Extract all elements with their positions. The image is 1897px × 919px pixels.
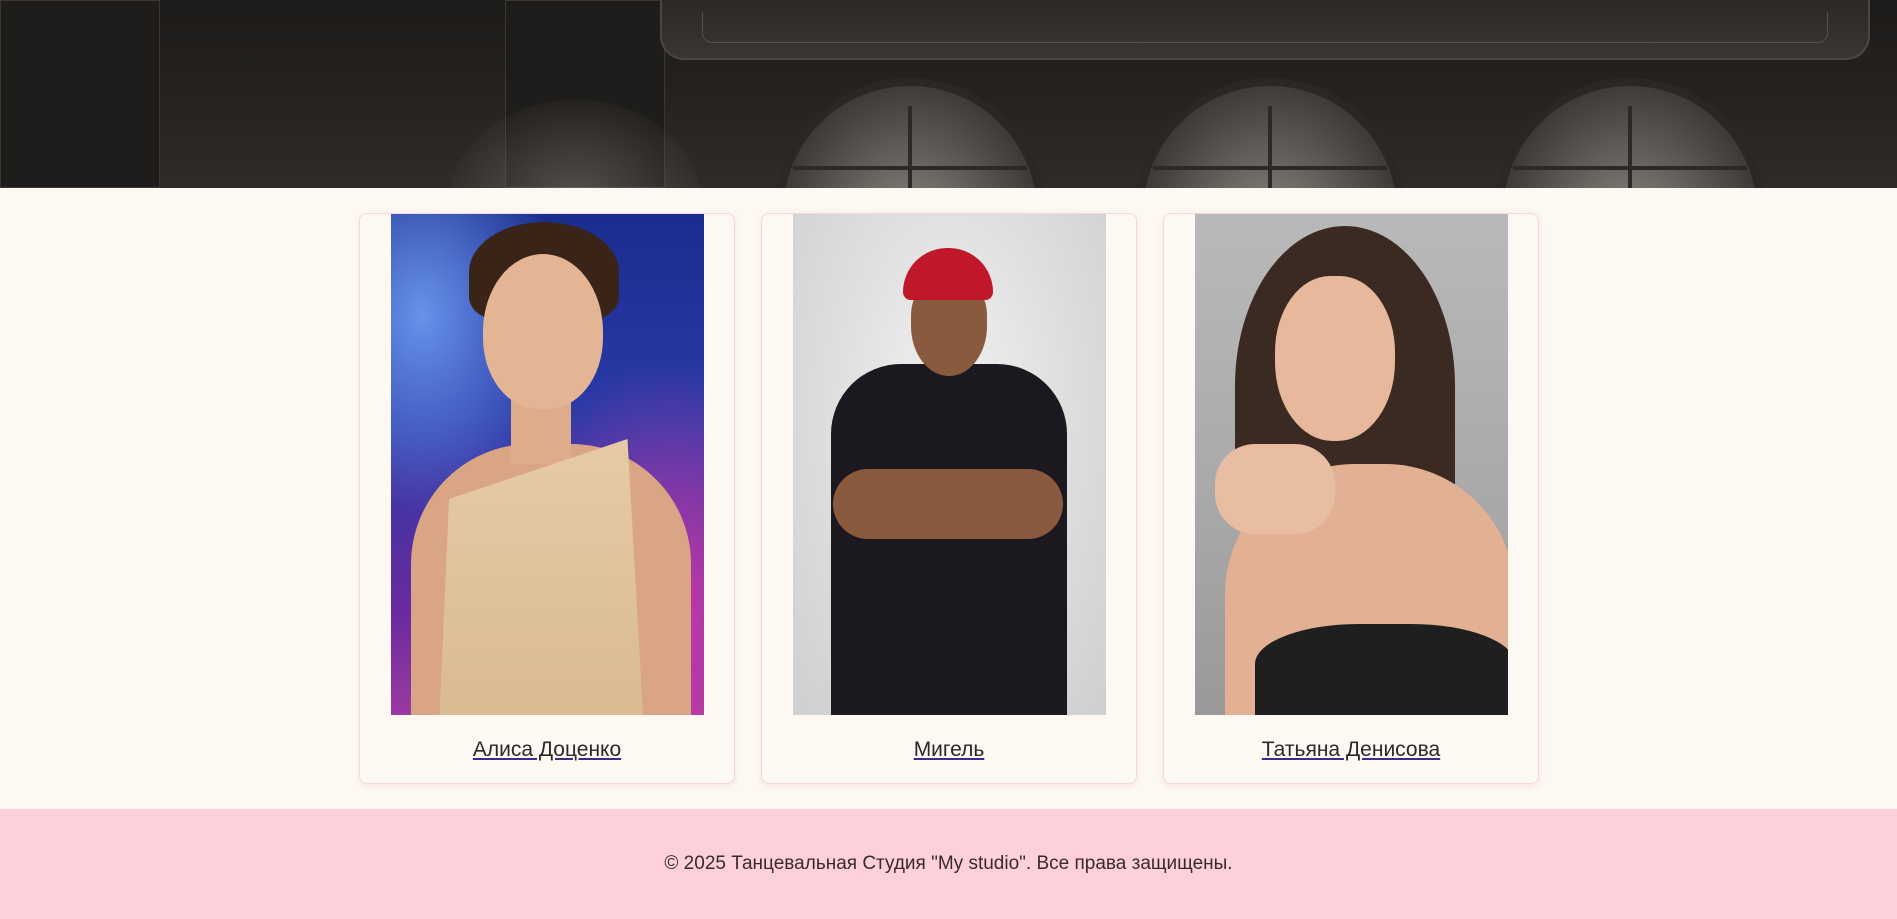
hero-banner [0, 0, 1897, 188]
instructor-photo [792, 214, 1106, 715]
instructor-photo [390, 214, 704, 715]
instructor-name-link[interactable]: Мигель [914, 738, 985, 762]
page-footer: © 2025 Танцевальная Студия "My studio". … [0, 809, 1897, 919]
hero-arched-window [775, 78, 1045, 188]
instructor-photo [1194, 214, 1508, 715]
hero-wall-panel [0, 0, 160, 188]
instructor-cards: Алиса Доценко Мигель Татьяна Денисова [359, 213, 1539, 784]
instructor-card[interactable]: Татьяна Денисова [1163, 213, 1539, 784]
instructor-name-link[interactable]: Татьяна Денисова [1262, 738, 1440, 762]
instructor-card[interactable]: Мигель [761, 213, 1137, 784]
hero-arched-window [1135, 78, 1405, 188]
footer-copyright: © 2025 Танцевальная Студия "My studio". … [664, 853, 1233, 874]
hero-ceiling [660, 0, 1870, 60]
instructor-card[interactable]: Алиса Доценко [359, 213, 735, 784]
hero-arched-window [1495, 78, 1765, 188]
instructor-name-link[interactable]: Алиса Доценко [473, 738, 621, 762]
